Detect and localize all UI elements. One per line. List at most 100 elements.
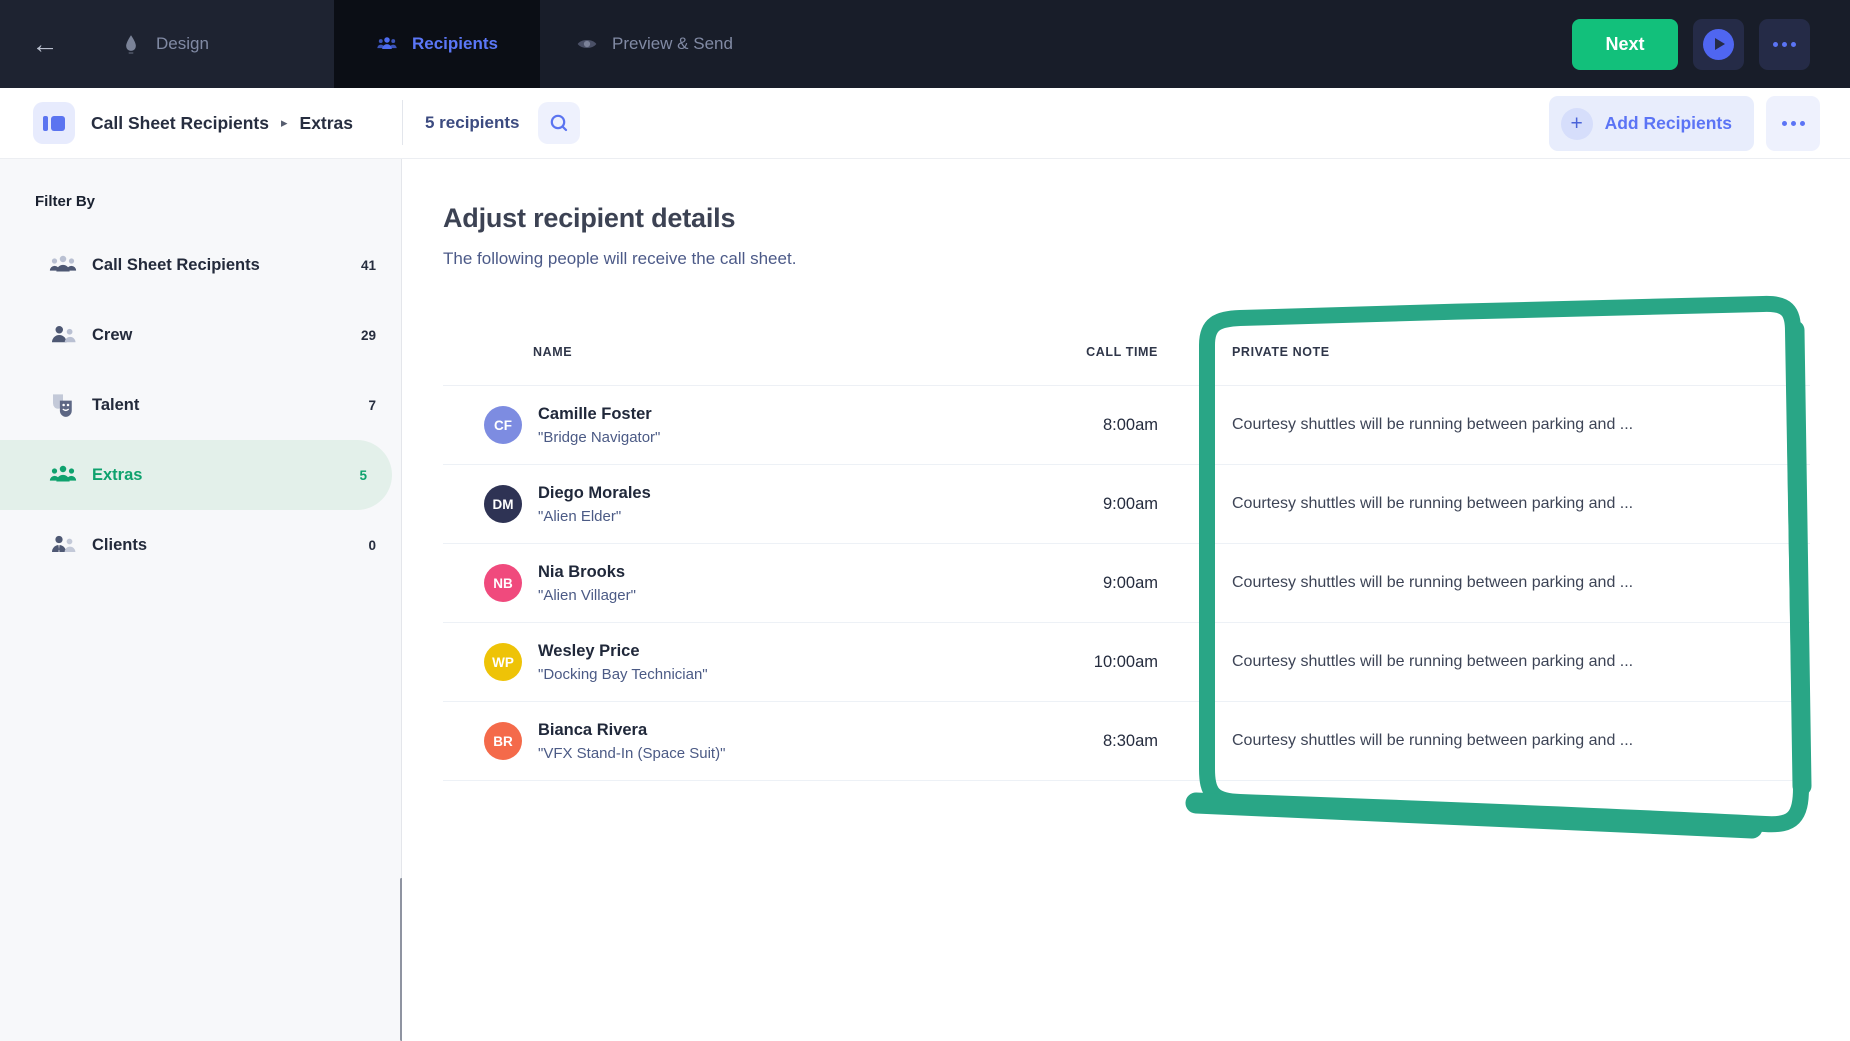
tab-design[interactable]: Design (90, 0, 239, 88)
sidebar-item-extras[interactable]: Extras 5 (0, 440, 392, 510)
table-row[interactable]: BR Bianca Rivera "VFX Stand-In (Space Su… (443, 702, 1810, 781)
call-sheet-icon[interactable] (33, 102, 75, 144)
people-group-icon (376, 33, 398, 55)
sidebar-item-count: 0 (368, 538, 376, 553)
next-button[interactable]: Next (1572, 19, 1678, 70)
name-cell: BR Bianca Rivera "VFX Stand-In (Space Su… (443, 721, 1003, 762)
avatar: CF (484, 406, 522, 444)
page-subtitle: The following people will receive the ca… (443, 249, 1810, 269)
tab-preview-and-send[interactable]: Preview & Send (540, 0, 769, 88)
subbar-more-button[interactable] (1766, 96, 1820, 151)
call-time-cell[interactable]: 8:30am (1003, 732, 1158, 751)
recipient-table: NAME CALL TIME PRIVATE NOTE CF Camille F… (443, 321, 1810, 781)
private-note-cell[interactable]: Courtesy shuttles will be running betwee… (1232, 574, 1810, 592)
avatar-initials: DM (493, 497, 514, 512)
sidebar-item-label: Talent (92, 396, 139, 415)
sidebar-item-count: 29 (361, 328, 376, 343)
breadcrumb-separator-icon: ▸ (281, 115, 288, 131)
back-arrow-icon: ← (32, 29, 59, 60)
add-recipients-label: Add Recipients (1605, 113, 1732, 134)
column-header-private-note: PRIVATE NOTE (1232, 345, 1810, 359)
name-cell: NB Nia Brooks "Alien Villager" (443, 563, 1003, 604)
avatar-initials: CF (494, 418, 512, 433)
sidebar-item-count: 5 (359, 468, 367, 483)
recipient-count-group: 5 recipients (402, 100, 580, 145)
recipient-role: "Alien Villager" (538, 587, 636, 604)
recipient-name: Wesley Price (538, 642, 708, 661)
tab-label: Recipients (412, 34, 498, 54)
recipient-name: Diego Morales (538, 484, 651, 503)
sidebar-item-call-sheet-recipients[interactable]: Call Sheet Recipients 41 (0, 230, 401, 300)
column-header-name: NAME (443, 345, 1003, 359)
sidebar-item-clients[interactable]: Clients 0 (0, 510, 401, 580)
filter-by-heading: Filter By (35, 193, 401, 210)
recipient-role: "VFX Stand-In (Space Suit)" (538, 745, 725, 762)
tab-label: Design (156, 34, 209, 54)
play-button[interactable] (1693, 19, 1744, 70)
topbar-actions: Next (1572, 0, 1850, 88)
sidebar-item-count: 7 (368, 398, 376, 413)
name-cell: DM Diego Morales "Alien Elder" (443, 484, 1003, 525)
search-icon (549, 113, 569, 133)
sidebar-item-count: 41 (361, 258, 376, 273)
breadcrumb-bar: Call Sheet Recipients ▸ Extras 5 recipie… (0, 88, 1850, 159)
name-cell: CF Camille Foster "Bridge Navigator" (443, 405, 1003, 446)
avatar: DM (484, 485, 522, 523)
sidebar-item-crew[interactable]: Crew 29 (0, 300, 401, 370)
recipient-role: "Bridge Navigator" (538, 429, 660, 446)
table-row[interactable]: CF Camille Foster "Bridge Navigator" 8:0… (443, 386, 1810, 465)
ellipsis-icon (1782, 121, 1805, 126)
page-title: Adjust recipient details (443, 203, 1810, 234)
plus-icon: + (1561, 108, 1593, 140)
call-time-cell[interactable]: 9:00am (1003, 574, 1158, 593)
avatar-initials: BR (493, 734, 513, 749)
top-navigation-bar: ← Design Recipients Preview & Send (0, 0, 1850, 88)
table-row[interactable]: DM Diego Morales "Alien Elder" 9:00am Co… (443, 465, 1810, 544)
tab-recipients[interactable]: Recipients (334, 0, 540, 88)
avatar: BR (484, 722, 522, 760)
breadcrumb-root[interactable]: Call Sheet Recipients (91, 113, 269, 134)
name-cell: WP Wesley Price "Docking Bay Technician" (443, 642, 1003, 683)
ellipsis-icon (1773, 42, 1796, 47)
call-time-cell[interactable]: 8:00am (1003, 416, 1158, 435)
masks-icon (48, 390, 78, 420)
sidebar-item-label: Call Sheet Recipients (92, 256, 260, 275)
recipient-name: Bianca Rivera (538, 721, 725, 740)
eye-icon (576, 33, 598, 55)
column-header-call-time: CALL TIME (1003, 345, 1158, 359)
recipient-name: Nia Brooks (538, 563, 636, 582)
avatar: WP (484, 643, 522, 681)
breadcrumb: Call Sheet Recipients ▸ Extras (91, 113, 353, 134)
search-button[interactable] (538, 102, 580, 144)
call-time-cell[interactable]: 9:00am (1003, 495, 1158, 514)
subbar-actions: + Add Recipients (1549, 96, 1820, 151)
private-note-cell[interactable]: Courtesy shuttles will be running betwee… (1232, 653, 1810, 671)
tab-label: Preview & Send (612, 34, 733, 54)
private-note-cell[interactable]: Courtesy shuttles will be running betwee… (1232, 732, 1810, 750)
ink-drop-icon (120, 33, 142, 55)
call-time-cell[interactable]: 10:00am (1003, 653, 1158, 672)
back-button[interactable]: ← (0, 29, 90, 60)
breadcrumb-current: Extras (300, 113, 354, 134)
topbar-more-button[interactable] (1759, 19, 1810, 70)
table-row[interactable]: WP Wesley Price "Docking Bay Technician"… (443, 623, 1810, 702)
recipient-name: Camille Foster (538, 405, 660, 424)
recipient-count-label: 5 recipients (425, 113, 520, 133)
table-header-row: NAME CALL TIME PRIVATE NOTE (443, 321, 1810, 386)
recipient-role: "Docking Bay Technician" (538, 666, 708, 683)
main-content: Adjust recipient details The following p… (402, 159, 1850, 1041)
add-recipients-button[interactable]: + Add Recipients (1549, 96, 1754, 151)
private-note-cell[interactable]: Courtesy shuttles will be running betwee… (1232, 495, 1810, 513)
filter-sidebar: Filter By Call Sheet Recipients 41 Crew … (0, 159, 402, 1041)
crew-icon (48, 320, 78, 350)
recipient-table-body: CF Camille Foster "Bridge Navigator" 8:0… (443, 386, 1810, 781)
private-note-cell[interactable]: Courtesy shuttles will be running betwee… (1232, 416, 1810, 434)
play-icon (1703, 29, 1734, 60)
topbar-left-section: ← Design (0, 0, 334, 88)
group-icon (48, 250, 78, 280)
table-row[interactable]: NB Nia Brooks "Alien Villager" 9:00am Co… (443, 544, 1810, 623)
sidebar-item-talent[interactable]: Talent 7 (0, 370, 401, 440)
avatar: NB (484, 564, 522, 602)
avatar-initials: WP (492, 655, 514, 670)
topbar-spacer (769, 0, 1572, 88)
